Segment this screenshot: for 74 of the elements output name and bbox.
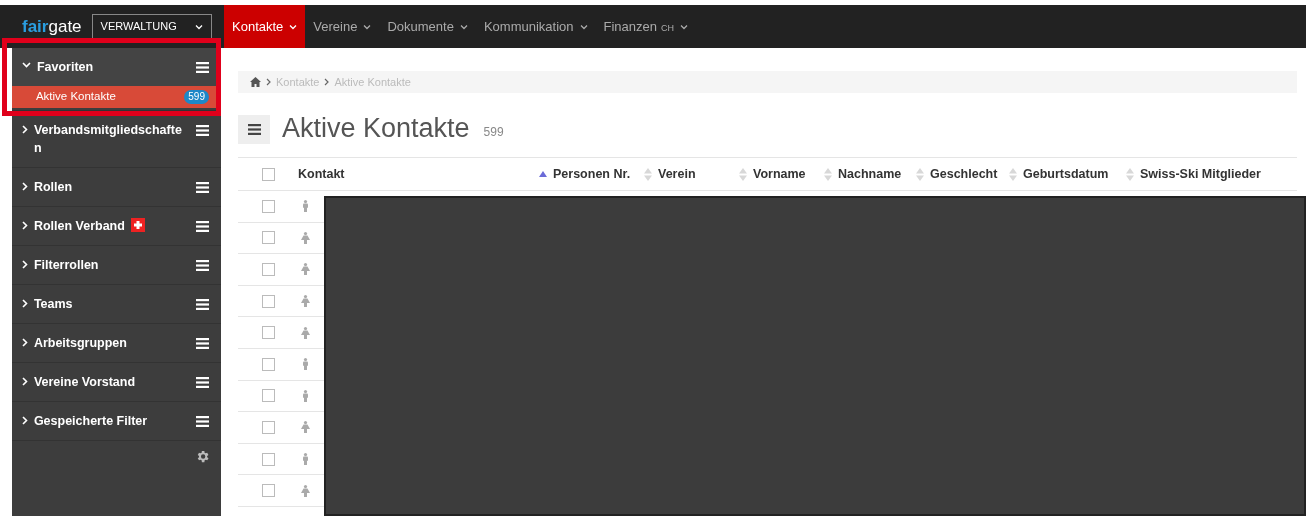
checkbox[interactable]: [261, 389, 275, 403]
column-header[interactable]: Personen Nr.: [553, 164, 631, 184]
sidebar-group-label: Favoriten: [36, 59, 95, 76]
checkbox[interactable]: [261, 263, 275, 276]
column-header[interactable]: Geburtsdatum: [1023, 164, 1109, 184]
column-header[interactable]: Geschlecht: [930, 164, 998, 184]
sort-icon[interactable]: [644, 167, 652, 181]
page-title: Aktive Kontakte: [282, 112, 470, 144]
count-badge: 599: [184, 90, 209, 104]
checkbox[interactable]: [261, 231, 275, 245]
column-header[interactable]: Nachname: [838, 164, 902, 184]
page-count: 599: [483, 124, 504, 141]
column-header[interactable]: Swiss-Ski Mitglieder: [1140, 164, 1261, 184]
sidebar-group-label: Rollen: [33, 179, 74, 196]
sidebar-group-label: Arbeitsgruppen: [33, 335, 128, 352]
sidebar-group-label: Verbandsmitgliedschaften: [33, 122, 183, 157]
nav-tab[interactable]: Vereine: [305, 5, 380, 48]
checkbox[interactable]: [261, 199, 275, 213]
caret-icon: [579, 23, 588, 30]
checkbox[interactable]: [261, 420, 275, 434]
sort-icon[interactable]: [1126, 167, 1134, 181]
sidebar-group-label: Rollen Verband: [33, 217, 188, 235]
sidebar-group-label: Teams: [33, 296, 74, 313]
column-header[interactable]: Vorname: [753, 164, 806, 184]
sidebar-group-label: Vereine Vorstand: [33, 374, 137, 391]
logo: fairgate: [22, 15, 82, 38]
caret-icon: [194, 23, 203, 30]
nav-tab[interactable]: Finanzen CH: [595, 5, 696, 48]
checkbox[interactable]: [261, 357, 275, 371]
sidebar-group-label: Filterrollen: [33, 257, 100, 274]
column-header[interactable]: Verein: [658, 164, 696, 184]
nav-tab[interactable]: Kommunikation: [475, 5, 596, 48]
chevron-right-icon: [324, 78, 330, 86]
checkbox[interactable]: [261, 326, 275, 340]
menu-icon[interactable]: [196, 182, 209, 193]
sidebar-group-header[interactable]: Rollen: [11, 168, 221, 206]
sort-icon[interactable]: [916, 167, 924, 181]
sidebar-group-header[interactable]: Gespeicherte Filter: [11, 402, 221, 440]
sidebar-group-label: Gespeicherte Filter: [33, 413, 149, 430]
sort-ascending-icon[interactable]: [539, 171, 547, 177]
sidebar-group-header[interactable]: Rollen Verband: [11, 207, 221, 245]
sidebar-group-header[interactable]: Vereine Vorstand: [11, 363, 221, 401]
checkbox[interactable]: [261, 167, 275, 181]
sidebar-group-header[interactable]: Teams: [11, 285, 221, 323]
menu-icon[interactable]: [196, 260, 209, 271]
caret-icon: [459, 23, 468, 30]
caret-icon: [363, 23, 372, 30]
menu-icon[interactable]: [247, 124, 261, 135]
sort-icon[interactable]: [824, 167, 832, 181]
caret-icon: [289, 23, 298, 30]
nav-tab[interactable]: Kontakte: [224, 5, 306, 48]
checkbox[interactable]: [261, 294, 275, 308]
nav-tab[interactable]: Dokumente: [379, 5, 476, 48]
checkbox[interactable]: [261, 452, 275, 466]
sidebar-group-header[interactable]: Filterrollen: [11, 246, 221, 284]
checkbox[interactable]: [261, 484, 275, 498]
menu-icon[interactable]: [196, 125, 209, 136]
menu-icon[interactable]: [196, 338, 209, 349]
home-icon[interactable]: [250, 77, 261, 87]
sort-icon[interactable]: [739, 167, 747, 181]
menu-icon[interactable]: [196, 299, 209, 310]
sidebar-group-header[interactable]: Verbandsmitgliedschaften: [11, 111, 221, 167]
sort-icon[interactable]: [1009, 167, 1017, 181]
menu-icon[interactable]: [196, 416, 209, 427]
menu-button[interactable]: [238, 115, 270, 144]
menu-icon[interactable]: [196, 221, 209, 232]
sidebar-group-header[interactable]: Arbeitsgruppen: [11, 324, 221, 362]
chevron-right-icon: [266, 78, 271, 86]
settings-icon[interactable]: [195, 449, 210, 464]
caret-icon: [680, 23, 688, 30]
area-dropdown[interactable]: VERWALTUNG: [91, 13, 212, 40]
menu-icon[interactable]: [196, 62, 209, 73]
column-header[interactable]: Kontakt: [298, 164, 345, 184]
menu-icon[interactable]: [196, 377, 209, 388]
